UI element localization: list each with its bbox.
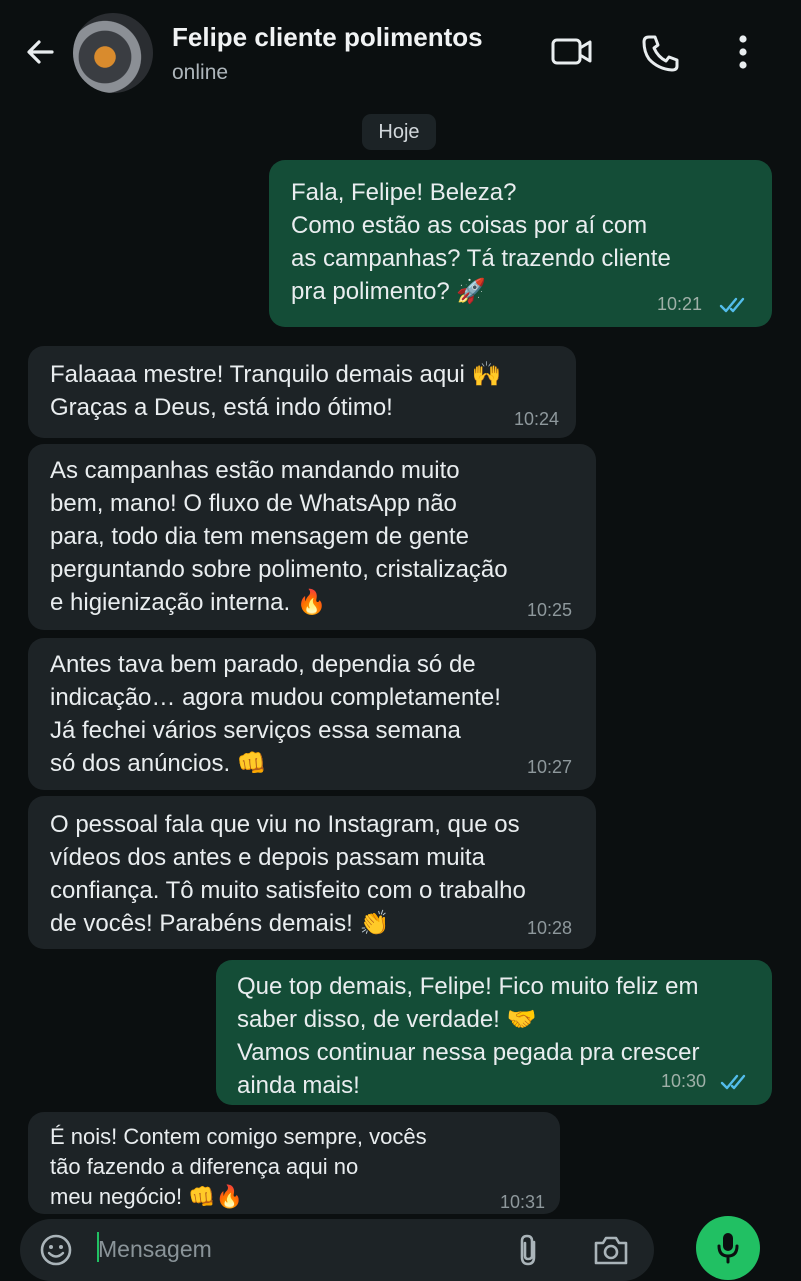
contact-name[interactable]: Felipe cliente polimentos bbox=[172, 22, 483, 53]
emoji-icon[interactable] bbox=[38, 1232, 74, 1268]
phone-icon[interactable] bbox=[640, 32, 682, 74]
chat-header: Felipe cliente polimentos online bbox=[0, 0, 801, 106]
message-time: 10:25 bbox=[527, 600, 573, 620]
message-bubble-incoming[interactable]: É nois! Contem comigo sempre, vocês tão … bbox=[28, 1112, 560, 1214]
message-text: Falaaaa mestre! Tranquilo demais aqui 🙌 … bbox=[50, 361, 502, 421]
camera-icon[interactable] bbox=[592, 1233, 630, 1267]
message-time: 10:31 bbox=[500, 1192, 546, 1212]
contact-avatar[interactable] bbox=[73, 13, 153, 93]
message-time: 10:21 bbox=[657, 294, 703, 314]
message-bubble-outgoing[interactable]: Que top demais, Felipe! Fico muito feliz… bbox=[216, 960, 772, 1105]
message-text: O pessoal fala que viu no Instagram, que… bbox=[50, 811, 526, 937]
video-call-icon[interactable] bbox=[550, 32, 594, 72]
message-bubble-outgoing[interactable]: Fala, Felipe! Beleza? Como estão as cois… bbox=[269, 160, 772, 327]
message-time: 10:24 bbox=[514, 409, 560, 429]
message-bubble-incoming[interactable]: Falaaaa mestre! Tranquilo demais aqui 🙌 … bbox=[28, 346, 576, 438]
microphone-icon bbox=[717, 1233, 739, 1264]
contact-status: online bbox=[172, 61, 229, 84]
message-input[interactable]: Mensagem bbox=[98, 1236, 212, 1263]
paperclip-icon[interactable] bbox=[514, 1232, 544, 1268]
message-bubble-incoming[interactable]: O pessoal fala que viu no Instagram, que… bbox=[28, 796, 596, 949]
more-vertical-icon[interactable] bbox=[735, 32, 751, 72]
voice-record-button[interactable] bbox=[696, 1216, 760, 1280]
message-text: É nois! Contem comigo sempre, vocês tão … bbox=[50, 1124, 427, 1209]
message-text: As campanhas estão mandando muito bem, m… bbox=[50, 457, 508, 616]
back-arrow-icon[interactable] bbox=[22, 34, 58, 70]
message-text: Fala, Felipe! Beleza? Como estão as cois… bbox=[291, 179, 671, 305]
message-time: 10:30 bbox=[661, 1071, 707, 1091]
message-bubble-incoming[interactable]: As campanhas estão mandando muito bem, m… bbox=[28, 444, 596, 630]
message-text: Que top demais, Felipe! Fico muito feliz… bbox=[237, 973, 700, 1099]
chat-area[interactable]: Hoje Fala, Felipe! Beleza? Como estão as… bbox=[0, 106, 801, 1214]
message-text: Antes tava bem parado, dependia só de in… bbox=[50, 651, 501, 777]
read-receipt-icon bbox=[720, 1074, 746, 1090]
date-chip: Hoje bbox=[362, 114, 436, 150]
message-time: 10:28 bbox=[527, 918, 573, 938]
read-receipt-icon bbox=[719, 297, 745, 313]
message-bubble-incoming[interactable]: Antes tava bem parado, dependia só de in… bbox=[28, 638, 596, 790]
message-time: 10:27 bbox=[527, 757, 573, 777]
